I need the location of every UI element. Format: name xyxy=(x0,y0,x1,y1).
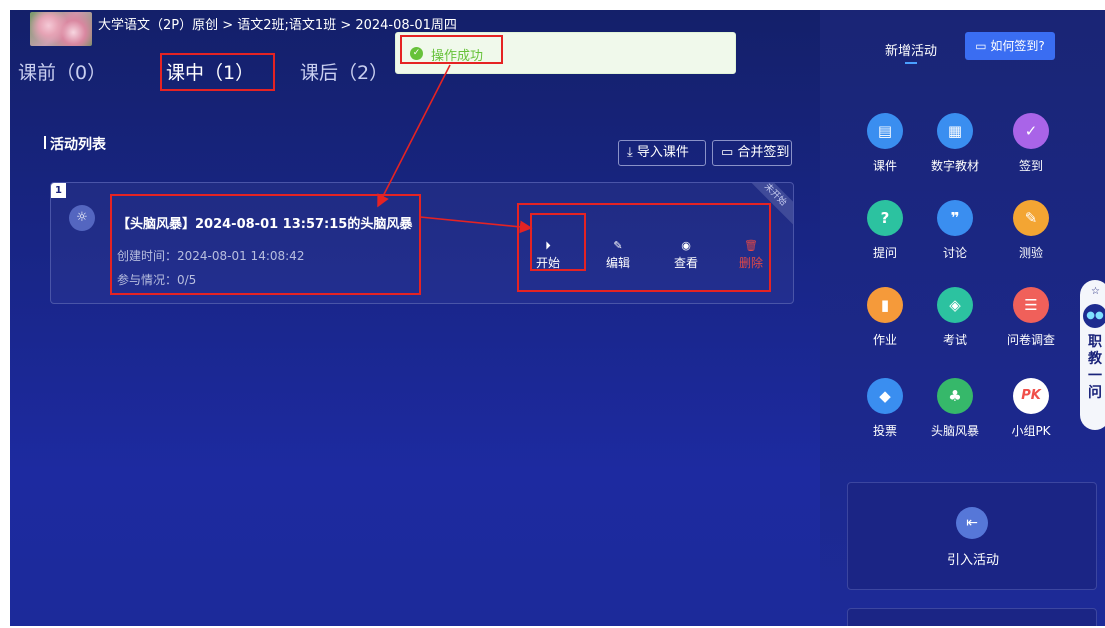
tab-after-class[interactable]: 课后（2） xyxy=(300,58,388,85)
activity-type-homework[interactable]: ▮ 作业 xyxy=(850,287,920,348)
import-courseware-button[interactable]: ⤓ 导入课件 xyxy=(618,140,706,166)
activity-type-group-pk[interactable]: PK 小组PK xyxy=(996,378,1066,439)
activity-type-label: 头脑风暴 xyxy=(930,424,979,438)
survey-icon: ☰ xyxy=(1013,287,1049,323)
activity-type-label: 小组PK xyxy=(1011,424,1051,438)
how-checkin-button[interactable]: ▭ 如何签到? xyxy=(965,32,1055,60)
tab-before-class[interactable]: 课前（0） xyxy=(18,58,106,85)
activity-type-checkin[interactable]: ✓ 签到 xyxy=(996,113,1066,174)
quiz-icon: ✎ xyxy=(1013,200,1049,236)
activity-type-label: 签到 xyxy=(1018,159,1043,173)
activity-type-label: 问卷调查 xyxy=(1006,333,1055,347)
robot-icon: ●● xyxy=(1083,304,1105,328)
merge-checkin-button[interactable]: ▭ 合并签到 xyxy=(712,140,792,166)
group-pk-icon: PK xyxy=(1013,378,1049,414)
activity-type-label: 课件 xyxy=(872,159,897,173)
activity-index: 1 xyxy=(51,183,66,198)
main-panel: 大学语文（2P）原创 > 语文2班;语文1班 > 2024-08-01周四的课堂… xyxy=(10,10,820,626)
activity-type-digital-textbook[interactable]: ▦ 数字教材 xyxy=(920,113,990,174)
digital-textbook-icon: ▦ xyxy=(937,113,973,149)
download-icon: ⤓ xyxy=(627,145,637,160)
activity-type-label: 投票 xyxy=(872,424,897,438)
activity-type-question[interactable]: ? 提问 xyxy=(850,200,920,261)
import-activity-label: 引入活动 xyxy=(946,553,999,568)
annotation-arrows xyxy=(377,64,533,234)
assistant-label: 职教一问 xyxy=(1088,334,1102,401)
sidebar: 新增活动 ▭ 如何签到? ▤ 课件 ▦ 数字教材 ✓ 签到? 提问 ❞ 讨论 ✎ 测验 ▮ 作业 ◈ 考试 ☰… xyxy=(820,10,1105,626)
activity-type-label: 提问 xyxy=(872,246,897,260)
exam-icon: ◈ xyxy=(937,287,973,323)
activity-type-brainstorm[interactable]: ♣ 头脑风暴 xyxy=(920,378,990,439)
activity-type-survey[interactable]: ☰ 问卷调查 xyxy=(996,287,1066,348)
video-icon: ▭ xyxy=(975,39,991,53)
activity-type-label: 作业 xyxy=(872,333,897,347)
breadcrumb[interactable]: 大学语文（2P）原创 > 语文2班;语文1班 > 2024-08-01周四的课堂… xyxy=(98,14,458,33)
sidebar-card-partial xyxy=(847,608,1097,626)
activity-type-exam[interactable]: ◈ 考试 xyxy=(920,287,990,348)
assistant-tip: ☆ xyxy=(1091,286,1100,297)
highlight-box-start xyxy=(530,213,586,271)
courseware-icon: ▤ xyxy=(867,113,903,149)
activity-type-label: 讨论 xyxy=(942,246,967,260)
import-activity-button[interactable]: ⇤ 引入活动 xyxy=(847,482,1097,590)
activity-type-label: 考试 xyxy=(942,333,967,347)
discussion-icon: ❞ xyxy=(937,200,973,236)
activity-type-quiz[interactable]: ✎ 测验 xyxy=(996,200,1066,261)
activity-type-courseware[interactable]: ▤ 课件 xyxy=(850,113,920,174)
import-icon: ⇤ xyxy=(956,507,988,539)
section-title: 活动列表 xyxy=(44,134,106,154)
new-activity-label[interactable]: 新增活动 xyxy=(885,40,937,59)
active-underline xyxy=(905,62,917,64)
highlight-box-title xyxy=(110,194,421,295)
assistant-widget[interactable]: ☆ ●● 职教一问 xyxy=(1080,280,1105,430)
activity-type-vote[interactable]: ◆ 投票 xyxy=(850,378,920,439)
merge-icon: ▭ xyxy=(721,145,738,160)
app-window: 大学语文（2P）原创 > 语文2班;语文1班 > 2024-08-01周四的课堂… xyxy=(10,10,1105,626)
homework-icon: ▮ xyxy=(867,287,903,323)
activity-type-discussion[interactable]: ❞ 讨论 xyxy=(920,200,990,261)
highlight-box-tab xyxy=(160,53,275,91)
course-cover-image xyxy=(30,12,92,46)
brainstorm-icon: ♣ xyxy=(937,378,973,414)
question-icon: ? xyxy=(867,200,903,236)
activity-type-label: 测验 xyxy=(1018,246,1043,260)
highlight-box-toast xyxy=(400,35,503,64)
vote-icon: ◆ xyxy=(867,378,903,414)
activity-type-label: 数字教材 xyxy=(930,159,979,173)
lightbulb-icon: ☼ xyxy=(69,205,95,231)
checkin-icon: ✓ xyxy=(1013,113,1049,149)
